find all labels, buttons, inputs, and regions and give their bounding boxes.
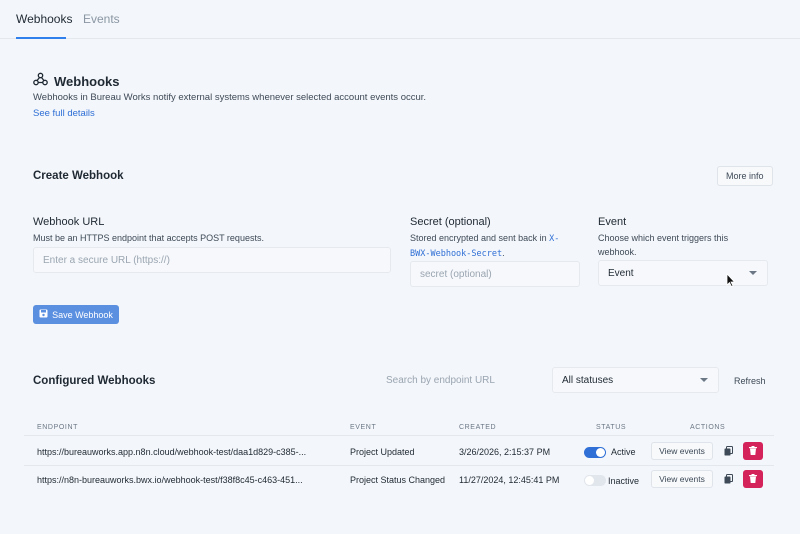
status-label: Inactive: [608, 476, 640, 486]
chevron-down-icon: [700, 378, 708, 382]
webhook-url-help: Must be an HTTPS endpoint that accepts P…: [33, 233, 264, 243]
webhook-url-label: Webhook URL: [33, 216, 105, 228]
see-full-details-link[interactable]: See full details: [33, 108, 95, 119]
toggle-knob: [585, 476, 594, 485]
secret-input[interactable]: secret (optional): [410, 261, 580, 287]
event-label: Event: [598, 216, 627, 228]
chevron-down-icon: [749, 271, 757, 275]
create-webhook-title: Create Webhook: [33, 170, 124, 182]
copy-icon[interactable]: [718, 470, 738, 488]
view-events-button[interactable]: View events: [651, 470, 713, 488]
status-label: Active: [611, 447, 636, 457]
page-description: Webhooks in Bureau Works notify external…: [33, 92, 427, 103]
column-header-endpoint: ENDPOINT: [37, 424, 78, 431]
webhook-url-input[interactable]: Enter a secure URL (https://): [33, 247, 391, 273]
save-icon: [39, 309, 48, 320]
page-title: Webhooks: [54, 74, 120, 89]
toggle-knob: [596, 448, 605, 457]
save-webhook-button[interactable]: Save Webhook: [33, 305, 119, 324]
row-divider: [24, 465, 774, 466]
page-header: Webhooks: [33, 72, 120, 91]
created-cell: 11/27/2024, 12:45:41 PM: [459, 475, 560, 485]
column-header-status: STATUS: [596, 424, 627, 431]
secret-label: Secret (optional): [410, 216, 491, 228]
more-info-button[interactable]: More info: [717, 166, 773, 186]
save-webhook-label: Save Webhook: [52, 309, 113, 320]
event-select-value: Event: [608, 267, 634, 279]
refresh-button[interactable]: Refresh: [726, 369, 774, 393]
tab-bar: Webhooks Events: [0, 0, 800, 39]
table-header-divider: [24, 435, 774, 436]
mouse-cursor-icon: [726, 272, 736, 292]
trash-icon: [749, 470, 757, 488]
endpoint-cell: https://n8n-bureauworks.bwx.io/webhook-t…: [37, 475, 303, 485]
configured-webhooks-title: Configured Webhooks: [33, 375, 156, 387]
delete-button[interactable]: [743, 442, 763, 460]
status-toggle[interactable]: [584, 475, 606, 486]
search-input[interactable]: Search by endpoint URL: [377, 367, 544, 393]
trash-icon: [749, 442, 757, 460]
event-help: Choose which event triggers this webhook…: [598, 233, 729, 257]
event-cell: Project Updated: [350, 447, 415, 457]
webhook-icon: [33, 72, 48, 91]
status-toggle[interactable]: [584, 447, 606, 458]
tab-events[interactable]: Events: [83, 12, 120, 26]
status-filter-select[interactable]: All statuses: [552, 367, 719, 393]
event-select[interactable]: Event: [598, 260, 768, 286]
active-tab-indicator: [16, 37, 66, 39]
column-header-event: EVENT: [350, 424, 377, 431]
secret-help: Stored encrypted and sent back in X- BWX…: [410, 233, 560, 259]
column-header-created: CREATED: [459, 424, 497, 431]
created-cell: 3/26/2026, 2:15:37 PM: [459, 447, 551, 457]
endpoint-cell: https://bureauworks.app.n8n.cloud/webhoo…: [37, 447, 307, 457]
status-filter-value: All statuses: [562, 374, 614, 386]
column-header-actions: ACTIONS: [690, 424, 726, 431]
tab-webhooks[interactable]: Webhooks: [16, 12, 72, 26]
delete-button[interactable]: [743, 470, 763, 488]
copy-icon[interactable]: [718, 442, 738, 460]
event-cell: Project Status Changed: [350, 475, 446, 485]
view-events-button[interactable]: View events: [651, 442, 713, 460]
